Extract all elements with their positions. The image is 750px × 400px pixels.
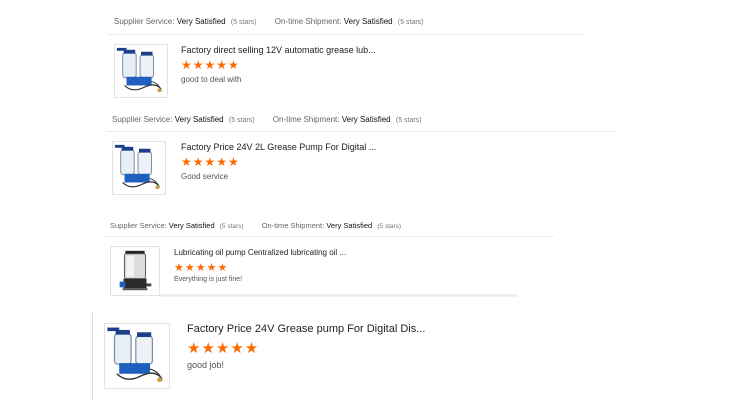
supplier-service-value: Very Satisfied xyxy=(174,115,224,124)
shipment-stars: (5 stars) xyxy=(377,223,402,230)
shipment-value: Very Satisfied xyxy=(326,221,373,230)
shipment-label: On-time Shipment: xyxy=(261,221,325,230)
shipment-stars: (5 stars) xyxy=(395,117,422,124)
supplier-service-stars: (5 stars) xyxy=(230,19,257,26)
review-2-ratings: Supplier Service: Very Satisfied (5 star… xyxy=(112,115,422,124)
shipment-label: On-time Shipment: xyxy=(272,115,340,124)
divider xyxy=(104,236,554,237)
rating-stars: ★★★★★ xyxy=(174,262,229,274)
supplier-service-label: Supplier Service: xyxy=(112,115,173,124)
review-comment: good to deal with xyxy=(181,75,242,84)
product-title-link[interactable]: Factory Price 24V Grease pump For Digita… xyxy=(187,323,425,335)
product-thumbnail[interactable] xyxy=(114,44,168,98)
review-3-ratings: Supplier Service: Very Satisfied (5 star… xyxy=(110,221,401,230)
rating-stars: ★★★★★ xyxy=(181,58,240,72)
vertical-divider xyxy=(92,313,93,400)
grease-pump-image xyxy=(107,327,163,383)
supplier-service-value: Very Satisfied xyxy=(176,17,226,26)
divider xyxy=(108,34,586,35)
review-comment: good job! xyxy=(187,360,225,370)
scroll-indicator xyxy=(160,294,518,297)
supplier-service-stars: (5 stars) xyxy=(219,223,244,230)
shipment-value: Very Satisfied xyxy=(343,17,393,26)
shipment-label: On-time Shipment: xyxy=(274,17,342,26)
grease-pump-image xyxy=(114,144,160,190)
divider xyxy=(106,131,616,132)
review-1-ratings: Supplier Service: Very Satisfied (5 star… xyxy=(114,17,424,26)
product-thumbnail[interactable] xyxy=(110,246,160,296)
product-title-link[interactable]: Lubricating oil pump Centralized lubrica… xyxy=(174,248,346,257)
review-comment: Good service xyxy=(181,172,229,181)
product-thumbnail[interactable] xyxy=(112,141,166,195)
product-thumbnail[interactable] xyxy=(104,323,170,389)
lubricating-pump-image xyxy=(119,250,152,291)
product-title-link[interactable]: Factory Price 24V 2L Grease Pump For Dig… xyxy=(181,142,376,152)
shipment-stars: (5 stars) xyxy=(397,19,424,26)
grease-pump-image xyxy=(116,47,162,93)
product-title-link[interactable]: Factory direct selling 12V automatic gre… xyxy=(181,45,376,55)
rating-stars: ★★★★★ xyxy=(187,340,260,357)
supplier-service-stars: (5 stars) xyxy=(228,117,255,124)
rating-stars: ★★★★★ xyxy=(181,155,240,169)
supplier-service-label: Supplier Service: xyxy=(110,221,167,230)
supplier-service-label: Supplier Service: xyxy=(114,17,175,26)
shipment-value: Very Satisfied xyxy=(341,115,391,124)
review-comment: Everything is just fine! xyxy=(174,276,243,283)
supplier-service-value: Very Satisfied xyxy=(168,221,215,230)
